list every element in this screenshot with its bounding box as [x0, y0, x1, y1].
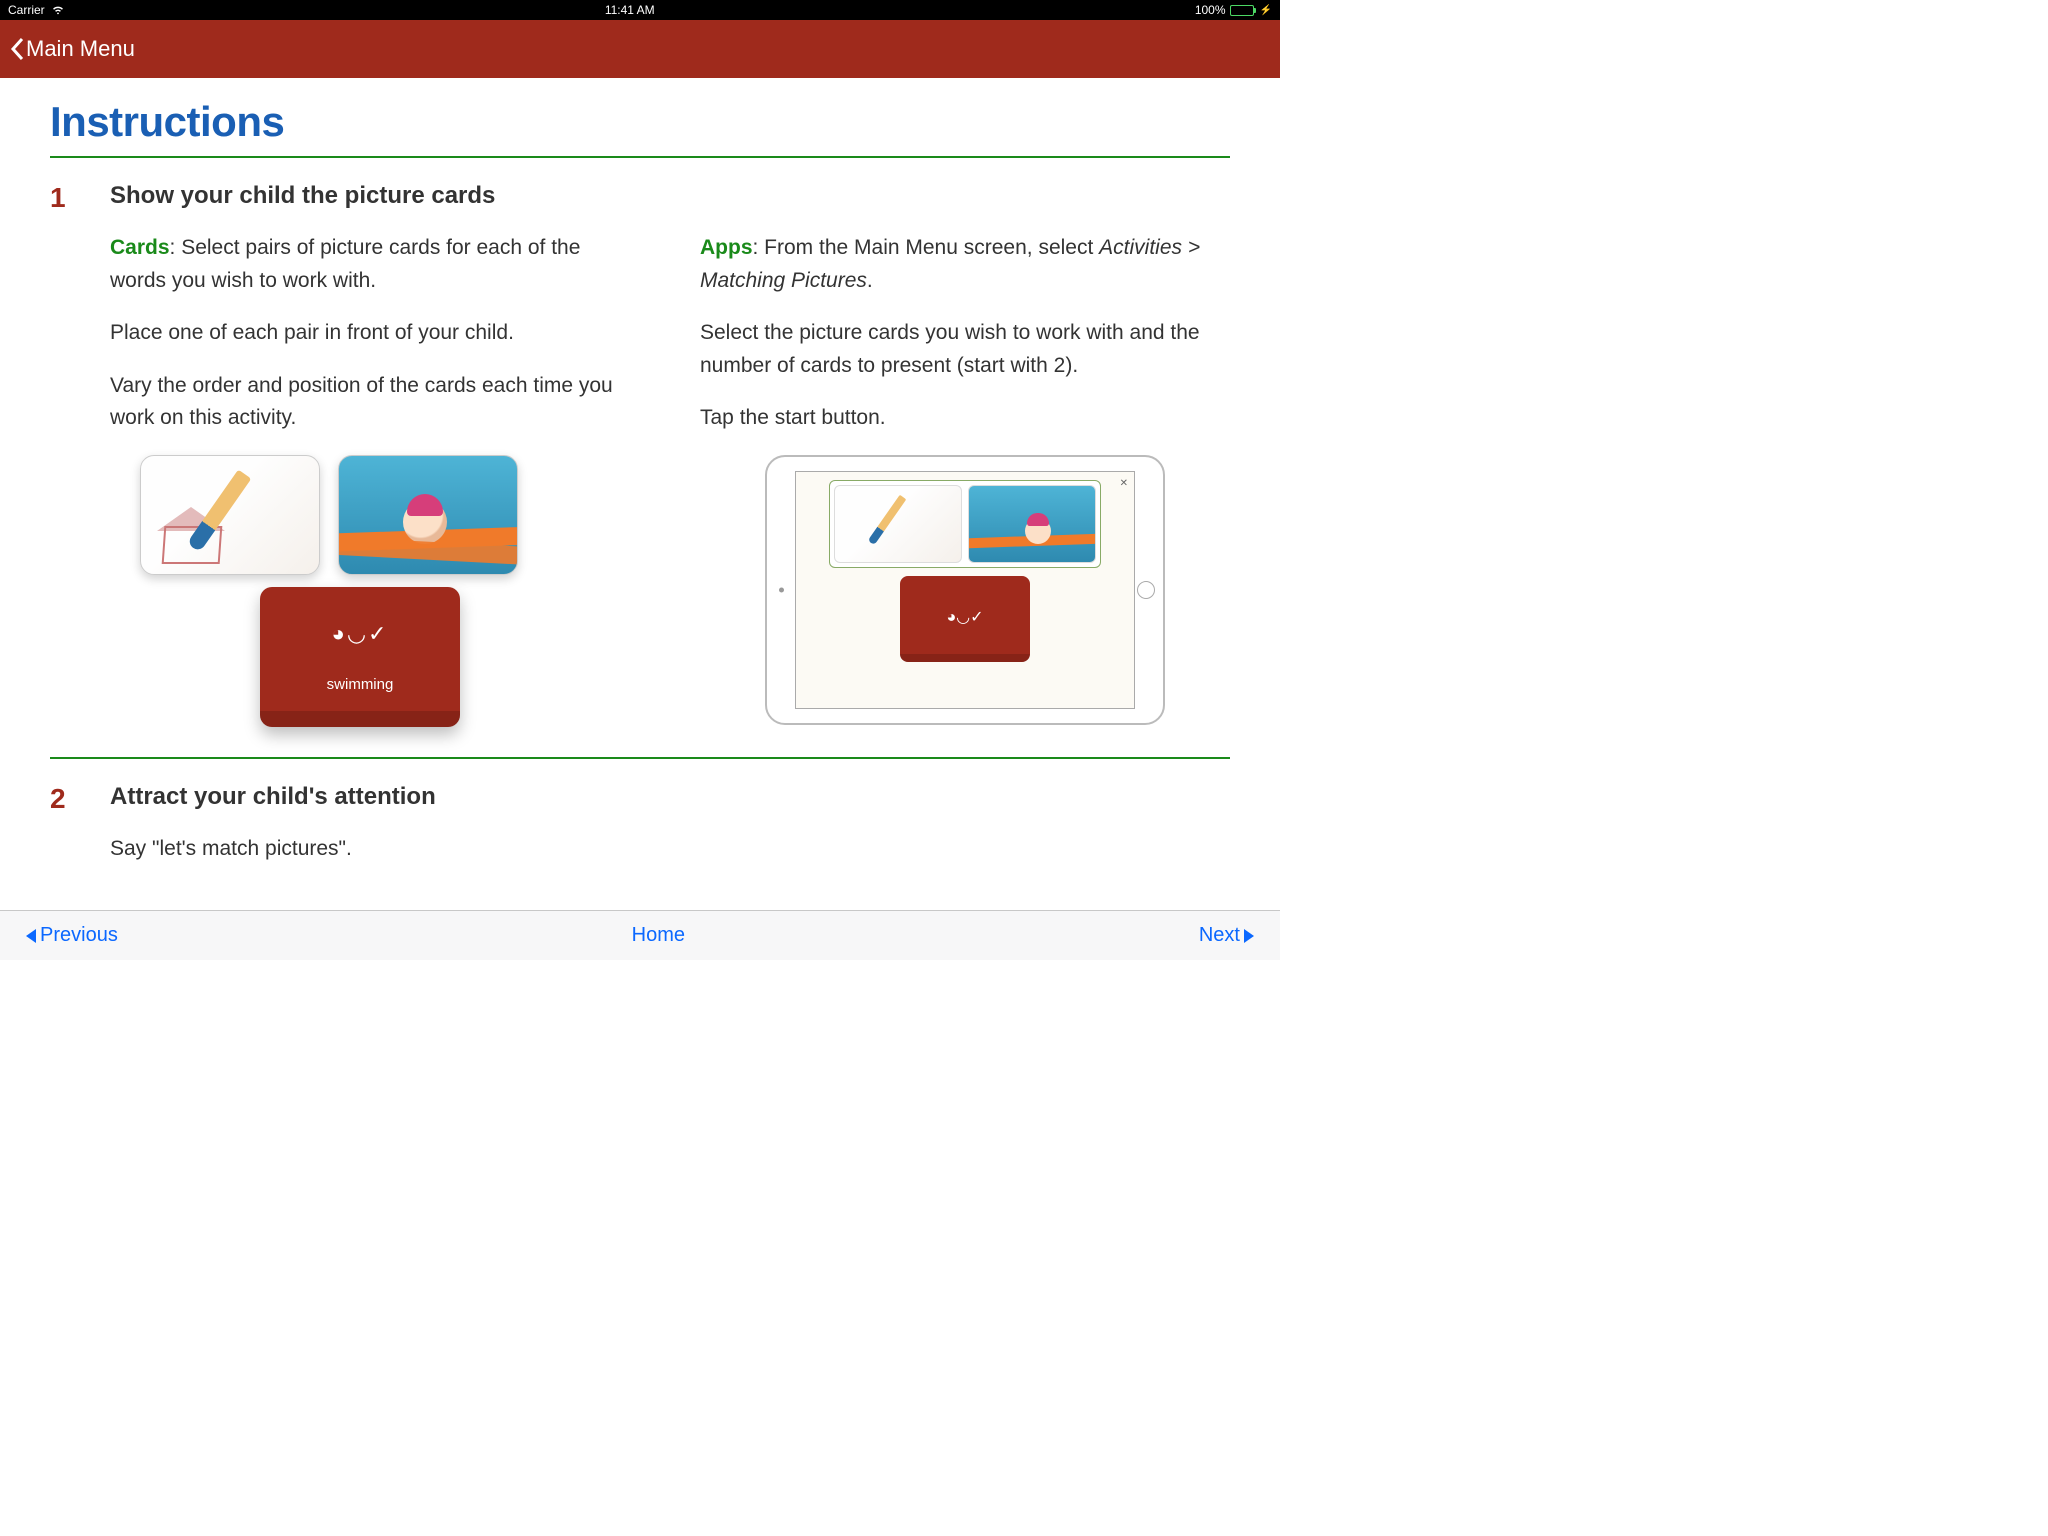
close-icon: ✕ [1120, 476, 1128, 492]
nav-bar: Main Menu [0, 20, 1280, 78]
apps-p2: Select the picture cards you wish to wor… [700, 317, 1230, 382]
page-title: Instructions [50, 98, 1230, 146]
charging-icon: ⚡ [1260, 5, 1272, 16]
cards-label: Cards [110, 236, 170, 259]
picture-cards-row [140, 455, 640, 575]
home-label: Home [632, 924, 685, 947]
mini-card-swimming [968, 485, 1096, 563]
back-label: Main Menu [26, 36, 135, 62]
apps-p3: Tap the start button. [700, 402, 1230, 435]
triangle-left-icon [26, 929, 36, 943]
ipad-illustration: ✕ ◕◡✓ [765, 455, 1165, 725]
step-2: 2 Attract your child's attention Say "le… [50, 783, 1230, 886]
bottom-toolbar: Previous Home Next [0, 910, 1280, 960]
status-bar: Carrier 11:41 AM 100% ⚡ [0, 0, 1280, 20]
back-button[interactable]: Main Menu [10, 36, 135, 62]
cards-p2: Place one of each pair in front of your … [110, 317, 640, 350]
next-button[interactable]: Next [1199, 924, 1254, 947]
carrier-label: Carrier [8, 3, 45, 17]
cards-p3: Vary the order and position of the cards… [110, 370, 640, 435]
smiley-icon: ◕◡✓ [946, 606, 983, 631]
step-number: 1 [50, 182, 70, 727]
step-1: 1 Show your child the picture cards Card… [50, 182, 1230, 727]
divider [50, 757, 1230, 759]
status-time: 11:41 AM [605, 3, 655, 17]
step-heading: Show your child the picture cards [110, 182, 1230, 210]
step-heading: Attract your child's attention [110, 783, 1230, 811]
battery-icon [1230, 5, 1254, 16]
apps-p1b: . [867, 269, 873, 292]
previous-button[interactable]: Previous [26, 924, 118, 947]
wifi-icon [51, 2, 65, 19]
divider [50, 156, 1230, 158]
home-button[interactable]: Home [632, 924, 685, 947]
apps-label: Apps [700, 236, 753, 259]
word-card-swimming: ◕◡✓ swimming [260, 587, 460, 727]
step2-p1: Say "let's match pictures". [110, 833, 1230, 866]
battery-percent: 100% [1195, 3, 1226, 17]
next-label: Next [1199, 924, 1240, 947]
picture-card-swimming [338, 455, 518, 575]
content-scroll[interactable]: Instructions 1 Show your child the pictu… [0, 78, 1280, 910]
word-card-label: swimming [327, 673, 394, 696]
picture-card-drawing [140, 455, 320, 575]
smiley-icon: ◕◡✓ [332, 617, 389, 651]
cards-column: Cards: Select pairs of picture cards for… [110, 232, 640, 727]
triangle-right-icon [1244, 929, 1254, 943]
previous-label: Previous [40, 924, 118, 947]
apps-column: Apps: From the Main Menu screen, select … [700, 232, 1230, 727]
chevron-left-icon [10, 37, 24, 61]
cards-p1: : Select pairs of picture cards for each… [110, 236, 580, 292]
apps-p1a: : From the Main Menu screen, select [753, 236, 1100, 259]
step-number: 2 [50, 783, 70, 886]
mini-word-card: ◕◡✓ [900, 576, 1030, 662]
mini-card-drawing [834, 485, 962, 563]
